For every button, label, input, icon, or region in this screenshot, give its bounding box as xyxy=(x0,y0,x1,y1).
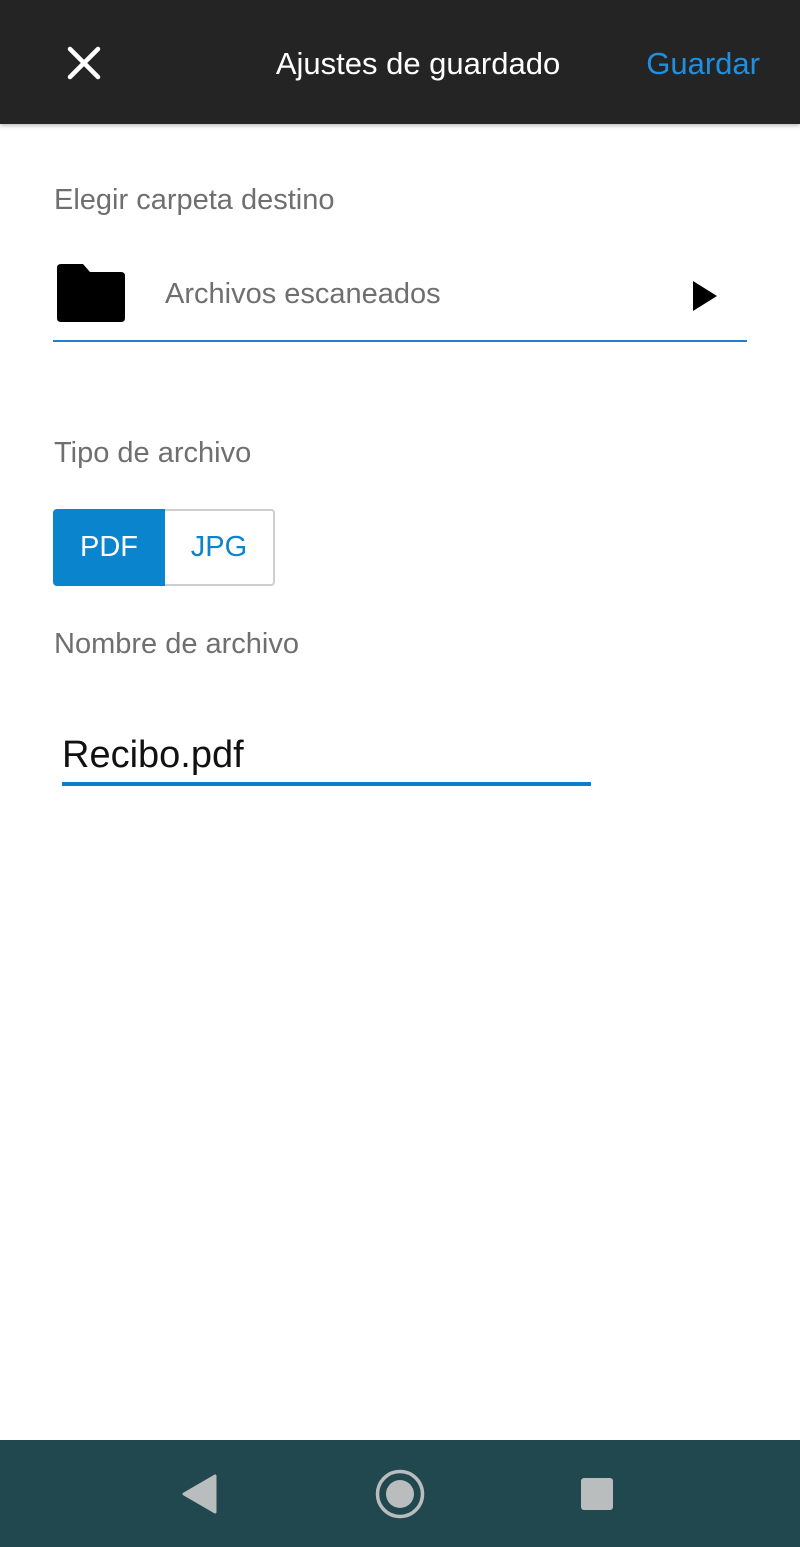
play-arrow-icon xyxy=(693,281,717,311)
recents-square-icon xyxy=(581,1478,613,1510)
file-name-label: Nombre de archivo xyxy=(54,628,299,660)
nav-back-button[interactable] xyxy=(168,1462,232,1526)
save-settings-screen: Ajustes de guardado Guardar Elegir carpe… xyxy=(0,0,800,1547)
nav-home-button[interactable] xyxy=(368,1462,432,1526)
folder-picker[interactable]: Archivos escaneados xyxy=(53,248,747,342)
file-type-label: Tipo de archivo xyxy=(54,437,252,469)
file-name-input[interactable] xyxy=(62,728,591,786)
folder-icon xyxy=(57,264,125,322)
destination-folder-label: Elegir carpeta destino xyxy=(54,184,335,216)
nav-recents-button[interactable] xyxy=(565,1462,629,1526)
home-circle-icon xyxy=(375,1469,425,1519)
file-type-jpg-option[interactable]: JPG xyxy=(165,509,275,586)
folder-name: Archivos escaneados xyxy=(165,278,441,310)
save-button[interactable]: Guardar xyxy=(646,44,760,84)
system-navigation-bar xyxy=(0,1440,800,1547)
back-triangle-icon xyxy=(182,1474,217,1514)
top-app-bar: Ajustes de guardado Guardar xyxy=(0,0,800,124)
file-type-pdf-option[interactable]: PDF xyxy=(53,509,165,586)
